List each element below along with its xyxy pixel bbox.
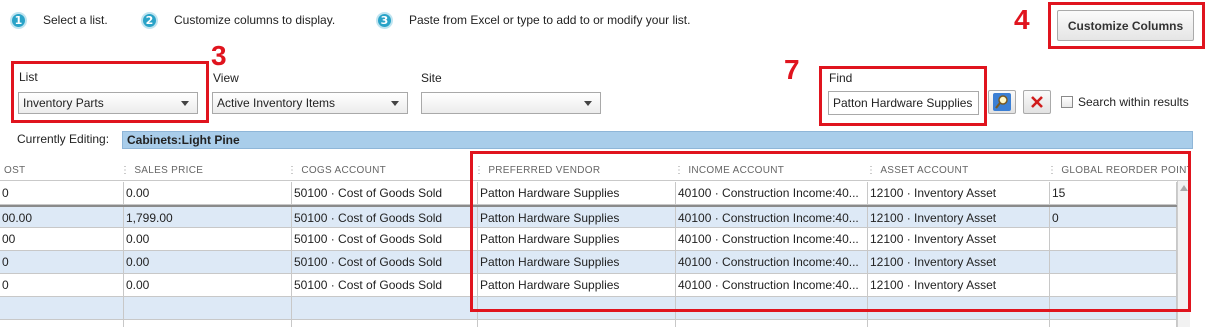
table-cell[interactable] (478, 320, 676, 327)
search-within-checkbox[interactable] (1061, 96, 1073, 108)
view-select[interactable]: Active Inventory Items (212, 92, 408, 114)
table-cell[interactable] (0, 297, 124, 319)
table-cell[interactable] (292, 297, 478, 319)
table-cell[interactable]: 00.00 (0, 207, 124, 229)
step-1: 1 Select a list. (10, 10, 108, 30)
annotation-number-4: 4 (1014, 4, 1030, 35)
site-label: Site (421, 71, 442, 85)
table-cell[interactable] (124, 297, 292, 319)
step-2-icon: 2 (141, 11, 158, 29)
table-cell[interactable]: 50100 · Cost of Goods Sold (292, 228, 478, 250)
currently-editing-value: Cabinets:Light Pine (122, 131, 1193, 149)
table-cell[interactable]: 0 (0, 182, 124, 204)
magnifier-icon (993, 93, 1011, 111)
table-cell[interactable]: 0 (0, 251, 124, 273)
annotation-number-7: 7 (784, 54, 800, 85)
table-cell[interactable] (124, 320, 292, 327)
search-within-label: Search within results (1078, 95, 1189, 109)
customize-columns-button[interactable]: Customize Columns (1057, 10, 1194, 41)
table-cell[interactable]: 0.00 (124, 228, 292, 250)
table-cell[interactable]: 50100 · Cost of Goods Sold (292, 274, 478, 296)
table-cell[interactable]: 0 (0, 274, 124, 296)
list-select[interactable]: Inventory Parts (18, 92, 198, 114)
find-input[interactable]: Patton Hardware Supplies (828, 91, 979, 115)
annotation-box-columns (470, 151, 1191, 312)
step-3-text: Paste from Excel or type to add to or mo… (409, 13, 691, 27)
step-2: 2 Customize columns to display. (141, 10, 335, 30)
step-3-icon: 3 (376, 11, 393, 29)
search-button[interactable] (988, 90, 1016, 114)
table-cell[interactable]: 00 (0, 228, 124, 250)
list-select-value: Inventory Parts (23, 96, 104, 110)
column-header-sales-price[interactable]: ⋮ SALES PRICE (120, 160, 290, 181)
table-cell[interactable]: 0.00 (124, 274, 292, 296)
table-cell[interactable]: 50100 · Cost of Goods Sold (292, 207, 478, 229)
view-label: View (213, 71, 239, 85)
clear-button[interactable] (1023, 90, 1051, 114)
step-1-text: Select a list. (43, 13, 108, 27)
currently-editing-label: Currently Editing: (17, 132, 110, 146)
table-cell[interactable]: 1,799.00 (124, 207, 292, 229)
close-icon (1031, 96, 1043, 108)
table-cell[interactable] (292, 320, 478, 327)
table-cell[interactable]: 50100 · Cost of Goods Sold (292, 182, 478, 204)
table-row[interactable] (0, 320, 1177, 327)
list-label: List (19, 70, 38, 84)
table-cell[interactable]: 0.00 (124, 182, 292, 204)
column-header-cost[interactable]: OST (4, 160, 120, 181)
step-1-icon: 1 (10, 11, 27, 29)
table-cell[interactable]: 0.00 (124, 251, 292, 273)
table-cell[interactable] (1050, 320, 1177, 327)
table-cell[interactable]: 50100 · Cost of Goods Sold (292, 251, 478, 273)
column-header-cogs-account[interactable]: ⋮ COGS ACCOUNT (287, 160, 467, 181)
table-cell[interactable] (0, 320, 124, 327)
view-select-value: Active Inventory Items (217, 96, 336, 110)
table-cell[interactable] (676, 320, 868, 327)
chevron-down-icon (391, 101, 399, 106)
annotation-number-3: 3 (211, 40, 227, 71)
site-select[interactable] (421, 92, 601, 114)
chevron-down-icon (584, 101, 592, 106)
table-cell[interactable] (868, 320, 1050, 327)
chevron-down-icon (181, 101, 189, 106)
step-3: 3 Paste from Excel or type to add to or … (376, 10, 690, 30)
step-2-text: Customize columns to display. (174, 13, 336, 27)
find-label: Find (829, 71, 853, 85)
